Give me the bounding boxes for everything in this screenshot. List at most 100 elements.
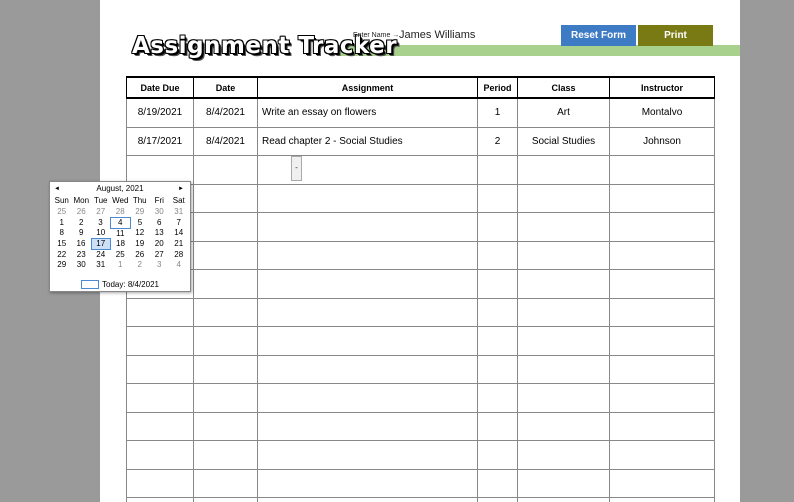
table-cell[interactable] xyxy=(517,297,610,327)
table-cell[interactable] xyxy=(609,269,715,299)
calendar-day[interactable]: 9 xyxy=(72,228,92,239)
table-cell[interactable] xyxy=(609,155,715,185)
table-cell[interactable] xyxy=(517,411,610,441)
calendar-day[interactable]: 4 xyxy=(169,260,189,271)
table-cell[interactable] xyxy=(477,297,518,327)
name-input[interactable]: James Williams xyxy=(399,29,475,41)
table-cell[interactable] xyxy=(126,497,194,502)
table-cell[interactable] xyxy=(126,155,194,185)
table-cell[interactable]: 8/4/2021 xyxy=(193,126,258,156)
calendar-day[interactable]: 2 xyxy=(72,217,92,228)
table-cell[interactable] xyxy=(193,269,258,299)
table-cell[interactable] xyxy=(609,297,715,327)
date-dropdown-button[interactable]: - xyxy=(291,156,302,181)
calendar-day[interactable]: 21 xyxy=(169,239,189,250)
calendar-day[interactable]: 15 xyxy=(52,239,72,250)
table-cell[interactable] xyxy=(517,183,610,213)
table-cell[interactable] xyxy=(517,440,610,470)
table-cell[interactable]: Montalvo xyxy=(609,97,715,128)
table-cell[interactable] xyxy=(517,468,610,498)
table-cell[interactable] xyxy=(609,411,715,441)
calendar-day[interactable]: 23 xyxy=(72,250,92,261)
calendar-day[interactable]: 4 xyxy=(110,216,131,229)
prev-month-icon[interactable]: ◄ xyxy=(52,182,62,196)
table-cell[interactable] xyxy=(257,212,478,242)
table-cell[interactable] xyxy=(517,326,610,356)
calendar-day[interactable]: 27 xyxy=(91,207,111,218)
table-cell[interactable] xyxy=(257,411,478,441)
table-cell[interactable] xyxy=(257,269,478,299)
table-cell[interactable] xyxy=(609,326,715,356)
table-cell[interactable] xyxy=(609,440,715,470)
calendar-day[interactable]: 3 xyxy=(150,260,170,271)
table-cell[interactable] xyxy=(193,326,258,356)
table-cell[interactable] xyxy=(517,155,610,185)
calendar-day[interactable]: 20 xyxy=(150,239,170,250)
calendar-day[interactable]: 16 xyxy=(72,239,92,250)
calendar-day[interactable]: 1 xyxy=(111,260,131,271)
table-cell[interactable] xyxy=(517,212,610,242)
table-cell[interactable] xyxy=(477,440,518,470)
calendar-day[interactable]: 30 xyxy=(150,207,170,218)
calendar-day[interactable]: 12 xyxy=(130,228,150,239)
table-cell[interactable] xyxy=(193,240,258,270)
calendar-day[interactable]: 6 xyxy=(150,217,170,228)
calendar-day[interactable]: 11 xyxy=(111,228,131,239)
calendar-day[interactable]: 24 xyxy=(91,250,111,261)
table-cell[interactable] xyxy=(193,212,258,242)
table-cell[interactable] xyxy=(257,326,478,356)
table-cell[interactable]: Johnson xyxy=(609,126,715,156)
table-cell[interactable] xyxy=(193,297,258,327)
calendar-day[interactable]: 5 xyxy=(130,217,150,228)
table-cell[interactable] xyxy=(126,326,194,356)
table-cell[interactable] xyxy=(609,183,715,213)
calendar-today-link[interactable]: Today: 8/4/2021 xyxy=(50,280,190,291)
table-cell[interactable] xyxy=(477,155,518,185)
calendar-day[interactable]: 10 xyxy=(91,228,111,239)
table-cell[interactable] xyxy=(126,383,194,413)
table-cell[interactable]: 8/17/2021 xyxy=(126,126,194,156)
calendar-day[interactable]: 29 xyxy=(52,260,72,271)
calendar-day[interactable]: 25 xyxy=(111,250,131,261)
table-cell[interactable] xyxy=(517,269,610,299)
table-cell[interactable] xyxy=(477,183,518,213)
calendar-day[interactable]: 8 xyxy=(52,228,72,239)
table-cell[interactable] xyxy=(609,240,715,270)
table-cell[interactable]: Read chapter 2 - Social Studies xyxy=(257,126,478,156)
table-cell[interactable] xyxy=(193,354,258,384)
table-cell[interactable] xyxy=(477,212,518,242)
table-cell[interactable]: Art xyxy=(517,97,610,128)
table-cell[interactable]: 8/19/2021 xyxy=(126,97,194,128)
table-cell[interactable] xyxy=(477,326,518,356)
calendar-day[interactable]: 22 xyxy=(52,250,72,261)
calendar-day[interactable]: 14 xyxy=(169,228,189,239)
table-cell[interactable] xyxy=(477,411,518,441)
table-cell[interactable] xyxy=(477,354,518,384)
calendar-day[interactable]: 27 xyxy=(150,250,170,261)
table-cell[interactable]: Write an essay on flowers xyxy=(257,97,478,128)
calendar-day[interactable]: 18 xyxy=(111,239,131,250)
table-cell[interactable] xyxy=(517,354,610,384)
calendar-day[interactable]: 29 xyxy=(130,207,150,218)
table-cell[interactable] xyxy=(193,383,258,413)
table-cell[interactable] xyxy=(609,212,715,242)
print-button[interactable]: Print xyxy=(638,25,713,46)
table-cell[interactable] xyxy=(609,354,715,384)
calendar-day[interactable]: 2 xyxy=(130,260,150,271)
table-cell[interactable] xyxy=(477,269,518,299)
table-cell[interactable] xyxy=(257,297,478,327)
table-cell[interactable]: 2 xyxy=(477,126,518,156)
calendar-day[interactable]: 26 xyxy=(130,250,150,261)
calendar-day[interactable]: 30 xyxy=(72,260,92,271)
calendar-day[interactable]: 31 xyxy=(169,207,189,218)
table-cell[interactable] xyxy=(477,240,518,270)
table-cell[interactable] xyxy=(257,383,478,413)
calendar-day[interactable]: 28 xyxy=(169,250,189,261)
table-cell[interactable]: Social Studies xyxy=(517,126,610,156)
calendar-day[interactable]: 17 xyxy=(90,238,111,250)
calendar-day[interactable]: 1 xyxy=(52,217,72,228)
table-cell[interactable] xyxy=(257,440,478,470)
table-cell[interactable] xyxy=(257,183,478,213)
calendar-day[interactable]: 25 xyxy=(52,207,72,218)
table-cell[interactable] xyxy=(193,411,258,441)
